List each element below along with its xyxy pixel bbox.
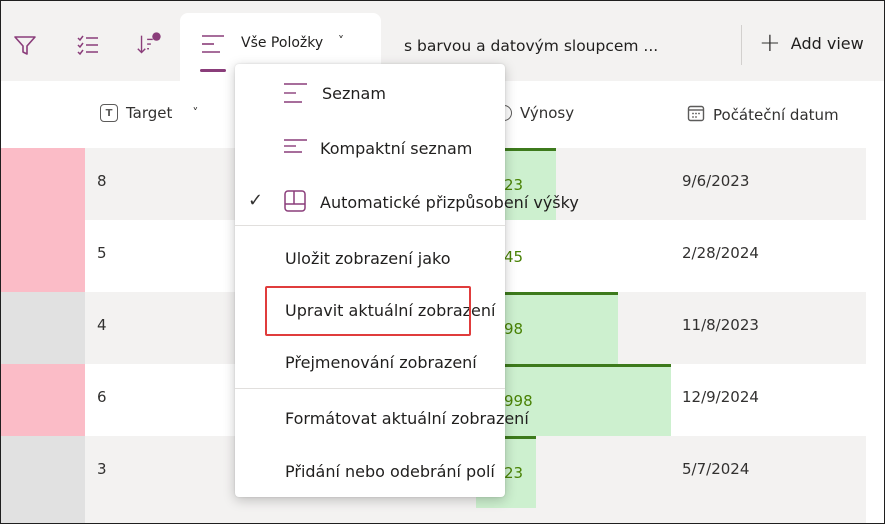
- checkmark-icon: ✓: [248, 190, 264, 211]
- menu-item-list[interactable]: Seznam: [235, 67, 505, 119]
- compact-list-icon: [283, 136, 309, 164]
- column-header-label: Target: [126, 104, 173, 122]
- column-header-revenue[interactable]: Výnosy: [496, 104, 574, 122]
- toolbar-divider: [741, 25, 742, 65]
- checklist-icon[interactable]: [74, 31, 102, 59]
- sort-icon[interactable]: [135, 31, 163, 59]
- menu-item-label: Přejmenování zobrazení: [285, 352, 477, 372]
- color-swatch-cell: [1, 292, 85, 364]
- target-cell: 4: [97, 316, 107, 334]
- revenue-value: 23: [504, 176, 524, 194]
- autofit-icon: [283, 189, 307, 217]
- menu-item-autofit-height[interactable]: ✓ Automatické přizpůsobení výšky: [235, 176, 579, 228]
- list-view-frame: Vše Položky ˅ s barvou a datovým sloupce…: [0, 0, 885, 524]
- color-swatch-cell: [1, 508, 85, 523]
- color-swatch-cell: [1, 220, 85, 292]
- start-date-cell: 12/9/2024: [682, 388, 759, 406]
- column-header-start-date[interactable]: Počáteční datum: [687, 104, 839, 126]
- start-date-cell: 11/8/2023: [682, 316, 759, 334]
- add-view-label: Add view: [790, 33, 864, 53]
- target-cell: 6: [97, 388, 107, 406]
- view-options-menu: Seznam Kompaktní seznam ✓ Automatické př…: [235, 64, 579, 497]
- chevron-down-icon[interactable]: ˅: [192, 106, 198, 120]
- menu-divider: [235, 388, 505, 389]
- menu-item-add-remove-fields[interactable]: Přidání nebo odebrání polí: [235, 445, 505, 497]
- column-header-label: Výnosy: [520, 104, 575, 122]
- target-cell: 8: [97, 172, 107, 190]
- menu-item-save-view-as[interactable]: Uložit zobrazení jako: [235, 232, 505, 284]
- text-column-icon: T: [100, 104, 118, 122]
- tab-color-date-view[interactable]: s barvou a datovým sloupcem ...: [404, 37, 658, 55]
- menu-item-label: Uložit zobrazení jako: [285, 248, 451, 268]
- menu-item-label: Kompaktní seznam: [320, 138, 473, 158]
- start-date-cell: 5/7/2024: [682, 460, 750, 478]
- menu-item-label: Formátovat aktuální zobrazení: [285, 408, 529, 428]
- table-row[interactable]: [1, 508, 866, 523]
- start-date-cell: 9/6/2023: [682, 172, 750, 190]
- calendar-icon: [687, 104, 705, 126]
- revenue-value: 98: [504, 320, 524, 338]
- menu-item-label: Seznam: [322, 83, 386, 103]
- menu-item-rename-view[interactable]: Přejmenování zobrazení: [235, 336, 505, 388]
- color-swatch-cell: [1, 148, 85, 220]
- revenue-value: 23: [504, 464, 524, 482]
- menu-item-format-current-view[interactable]: Formátovat aktuální zobrazení: [235, 392, 529, 444]
- chevron-down-icon[interactable]: ˅: [338, 34, 344, 48]
- plus-icon: +: [759, 28, 781, 58]
- color-swatch-cell: [1, 436, 85, 508]
- active-tab-indicator: [200, 69, 226, 72]
- menu-item-label: Automatické přizpůsobení výšky: [320, 192, 579, 212]
- list-view-icon: [200, 33, 226, 59]
- revenue-value: 45: [504, 248, 524, 266]
- menu-item-label: Přidání nebo odebrání polí: [285, 461, 495, 481]
- tab-label: Vše Položky: [241, 35, 324, 51]
- target-cell: 5: [97, 244, 107, 262]
- menu-divider: [235, 225, 505, 226]
- filter-icon[interactable]: [11, 31, 39, 59]
- start-date-cell: 2/28/2024: [682, 244, 759, 262]
- revenue-value: 998: [504, 392, 533, 410]
- highlight-box: [265, 286, 471, 336]
- color-swatch-cell: [1, 364, 85, 436]
- menu-item-compact-list[interactable]: Kompaktní seznam: [235, 122, 505, 174]
- add-view-button[interactable]: + Add view: [759, 28, 864, 58]
- column-header-label: Počáteční datum: [713, 106, 839, 124]
- column-header-target[interactable]: T Target ˅: [100, 104, 198, 122]
- target-cell: 3: [97, 460, 107, 478]
- list-icon: [283, 81, 309, 109]
